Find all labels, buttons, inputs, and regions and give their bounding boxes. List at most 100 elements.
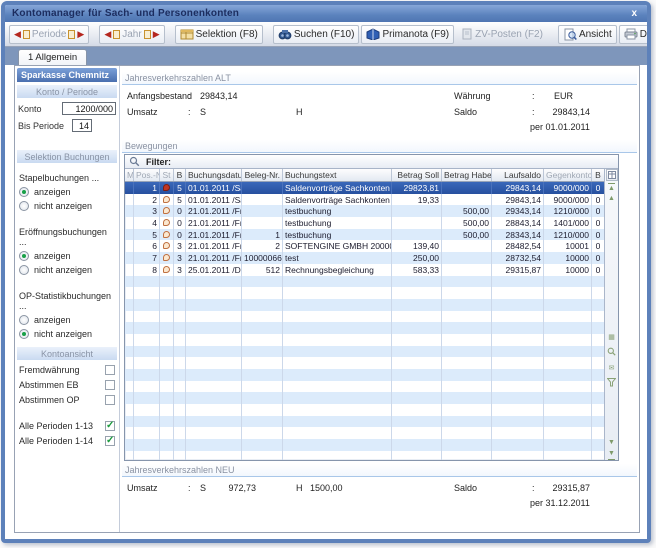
jahr-label: Jahr [122, 29, 141, 40]
table-row[interactable]: 8325.01.2011 /Di512Rechnungsbegleichung5… [125, 264, 604, 276]
radio-icon[interactable] [19, 251, 29, 261]
checkbox-abstimmen-op[interactable]: Abstimmen OP [19, 395, 115, 405]
col-header-betrag-soll[interactable]: Betrag Soll [392, 169, 442, 181]
radio-op-anzeigen[interactable]: anzeigen [19, 315, 115, 325]
grid-side-strip: ▲ ▲ ▦ ✉ [604, 169, 618, 460]
selektion-buchungen-caption: Selektion Buchungen [17, 150, 117, 163]
checkbox-icon[interactable] [105, 421, 115, 431]
empty-row [125, 346, 604, 358]
bis-periode-input[interactable] [72, 119, 92, 132]
jahr-prev-page-icon[interactable] [113, 30, 120, 39]
checkbox-icon[interactable] [105, 436, 115, 446]
main-area: Jahresverkehrszahlen ALT Anfangsbestand … [120, 66, 639, 532]
radio-icon[interactable] [19, 187, 29, 197]
grid-view-icon[interactable]: ▦ [608, 333, 615, 341]
next-row-icon[interactable]: ▼ [608, 438, 615, 449]
radio-icon[interactable] [19, 265, 29, 275]
first-row-icon[interactable]: ▲ [608, 183, 615, 194]
tab-allgemein[interactable]: 1 Allgemein [18, 49, 87, 65]
radio-op-nicht-anzeigen[interactable]: nicht anzeigen [19, 329, 115, 339]
table-row[interactable]: 4021.01.2011 /Frtestbuchung500,0028843,1… [125, 217, 604, 229]
col-header-pos-nr[interactable]: Pos.-Nr [134, 169, 160, 181]
radio-icon[interactable] [19, 315, 29, 325]
table-row[interactable]: 3021.01.2011 /Frtestbuchung500,0029343,1… [125, 205, 604, 217]
radio-label: nicht anzeigen [34, 329, 92, 339]
col-header-b[interactable]: B [174, 169, 186, 181]
printer-icon [624, 28, 638, 40]
konto-field-row: Konto [18, 102, 116, 115]
periode-next-page-icon[interactable] [68, 30, 75, 39]
jvz-neu-caption: Jahresverkehrszahlen NEU [122, 464, 637, 477]
col-header-betrag-haben[interactable]: Betrag Haben [442, 169, 492, 181]
umsatz-alt-s: S [200, 107, 206, 117]
table-row[interactable]: 7321.01.2011 /Fr10000066test250,0028732,… [125, 252, 604, 264]
prev-row-icon[interactable]: ▲ [608, 194, 615, 205]
periode-prev-icon[interactable]: ◀ [14, 30, 21, 39]
checkbox-fremdwaehrung[interactable]: Fremdwährung [19, 365, 115, 375]
konto-input[interactable] [62, 102, 116, 115]
jahr-next-page-icon[interactable] [144, 30, 151, 39]
col-header-laufsaldo[interactable]: Laufsaldo [492, 169, 544, 181]
suchen-button[interactable]: Suchen (F10) [273, 25, 360, 44]
mail-icon[interactable]: ✉ [609, 364, 615, 372]
col-header-buchungsdatum[interactable]: Buchungsdatum [186, 169, 242, 181]
table-row[interactable]: 1501.01.2011 /SaSaldenvorträge Sachkonte… [125, 182, 604, 194]
radio-icon[interactable] [19, 201, 29, 211]
col-header-gegenkonto[interactable]: Gegenkonto [544, 169, 592, 181]
primanota-button[interactable]: Primanota (F9) [361, 25, 454, 44]
checkbox-label: Alle Perioden 1-14 [19, 436, 105, 446]
filter-funnel-icon[interactable] [607, 378, 616, 389]
jahr-prev-icon[interactable]: ◀ [104, 30, 111, 39]
empty-row [125, 439, 604, 451]
bank-name-header: Sparkasse Chemnitz [17, 68, 117, 82]
radio-eroeffnung-nicht-anzeigen[interactable]: nicht anzeigen [19, 265, 115, 275]
column-options-icon[interactable] [606, 169, 618, 181]
col-header-buchungstext[interactable]: Buchungstext [283, 169, 392, 181]
radio-stapel-anzeigen[interactable]: anzeigen [19, 187, 115, 197]
colon: : [188, 107, 191, 117]
table-row[interactable]: 2501.01.2011 /SaSaldenvorträge Sachkonte… [125, 194, 604, 206]
zv-posten-button: ZV-Posten (F2) [456, 25, 548, 44]
checkbox-alle-perioden-14[interactable]: Alle Perioden 1-14 [19, 436, 115, 446]
checkbox-label: Alle Perioden 1-13 [19, 421, 105, 431]
view-magnifier-icon [563, 28, 577, 41]
radio-icon[interactable] [19, 329, 29, 339]
checkbox-icon[interactable] [105, 365, 115, 375]
col-header-b2[interactable]: B [592, 169, 604, 181]
colon: : [532, 91, 535, 101]
strip-search-icon[interactable] [607, 347, 616, 358]
filter-row[interactable]: Filter: [125, 155, 618, 169]
bewegungen-caption: Bewegungen [122, 140, 637, 153]
checkbox-alle-perioden-13[interactable]: Alle Perioden 1-13 [19, 421, 115, 431]
selektion-button[interactable]: Selektion (F8) [175, 25, 263, 44]
checkbox-icon[interactable] [105, 395, 115, 405]
checkbox-icon[interactable] [105, 380, 115, 390]
drucken-button[interactable]: Drucken [619, 25, 651, 44]
tab-band: 1 Allgemein [5, 47, 647, 65]
radio-label: nicht anzeigen [34, 201, 92, 211]
periode-nav: ◀ Periode ▶ [9, 25, 89, 44]
table-row[interactable]: 6321.01.2011 /Fr2SOFTENGINE GMBH 2000018… [125, 240, 604, 252]
close-icon[interactable]: x [628, 9, 640, 19]
last-row-icon[interactable]: ▼ [608, 449, 615, 460]
primanota-book-icon [366, 28, 380, 40]
periode-next-icon[interactable]: ▶ [77, 30, 84, 39]
col-header-st[interactable]: St [160, 169, 174, 181]
checkbox-abstimmen-eb[interactable]: Abstimmen EB [19, 380, 115, 390]
table-row[interactable]: 5021.01.2011 /Fr1testbuchung500,0028343,… [125, 229, 604, 241]
empty-row [125, 311, 604, 323]
saldo-alt-value: 29843,14 [530, 107, 590, 117]
radio-stapel-nicht-anzeigen[interactable]: nicht anzeigen [19, 201, 115, 211]
jahr-next-icon[interactable]: ▶ [153, 30, 160, 39]
col-header-m[interactable]: M [125, 169, 134, 181]
search-binoculars-icon [278, 28, 292, 40]
app-window: Kontomanager für Sach- und Personenkonte… [1, 1, 651, 543]
col-header-beleg-nr[interactable]: Beleg-Nr. [242, 169, 283, 181]
umsatz-neu-label: Umsatz [127, 483, 158, 493]
ansicht-button[interactable]: Ansicht [558, 25, 617, 44]
grid-header-row[interactable]: M Pos.-Nr St B Buchungsdatum Beleg-Nr. B… [125, 169, 604, 182]
filter-magnifier-icon [129, 156, 140, 167]
periode-prev-page-icon[interactable] [23, 30, 30, 39]
title-bar[interactable]: Kontomanager für Sach- und Personenkonte… [5, 5, 647, 22]
radio-eroeffnung-anzeigen[interactable]: anzeigen [19, 251, 115, 261]
